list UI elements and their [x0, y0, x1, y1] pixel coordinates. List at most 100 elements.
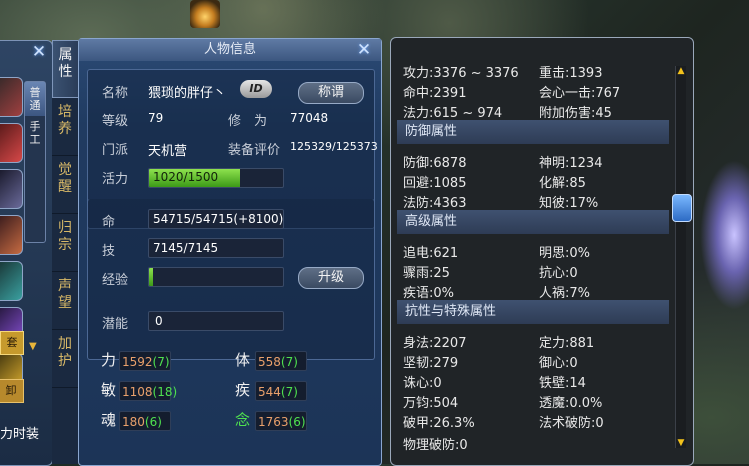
- unequip-button[interactable]: 卸: [0, 379, 24, 403]
- skill-field: 7145/7145: [148, 238, 284, 258]
- attr-label: 力: [101, 351, 117, 369]
- character-info-panel: 人物信息 ✕ 名称 猥琐的胖仔丶 ID 称谓 等级 79 修 为 77048 门…: [78, 38, 382, 466]
- tab-protection[interactable]: 加护: [52, 330, 78, 388]
- stat-value: 法防:4363: [403, 196, 467, 211]
- skill-icon[interactable]: [0, 169, 23, 209]
- level-value: 79: [148, 111, 164, 125]
- stat-value: 知彼:17%: [539, 196, 599, 211]
- stat-value: 万钧:504: [403, 396, 459, 411]
- stat-value: 骤雨:25: [403, 266, 450, 281]
- stat-value: 定力:881: [539, 336, 595, 351]
- exp-bar: [148, 267, 284, 287]
- equip-rating-value: 125329/125373: [290, 140, 378, 153]
- detailed-stats-panel: 攻力:3376 ~ 3376 重击:1393 命中:2391 会心一击:767 法力:6…: [390, 37, 694, 466]
- tab-awakening[interactable]: 觉醒: [52, 156, 78, 214]
- stat-value: 神明:1234: [539, 156, 603, 171]
- stat-value: 坚韧:279: [403, 356, 459, 371]
- equip-rating-label: 装备评价: [228, 143, 281, 158]
- life-field: 54715/54715(+8100): [148, 209, 284, 229]
- scroll-down-icon[interactable]: ▼: [676, 438, 686, 448]
- attr-value: 544(7): [255, 381, 307, 401]
- attr-value: 180(6): [119, 411, 171, 431]
- title-button[interactable]: 称谓: [298, 82, 364, 104]
- attr-value: 1763(6): [255, 411, 307, 431]
- expand-arrow-icon[interactable]: ▼: [29, 341, 37, 352]
- character-glow-effect: [700, 160, 749, 310]
- exp-fill: [149, 268, 153, 286]
- stat-value: 铁壁:14: [539, 376, 586, 391]
- resistance-section-header: 抗性与特殊属性: [397, 300, 669, 324]
- stat-value: 防御:6878: [403, 156, 467, 171]
- tab-attributes[interactable]: 属性: [52, 40, 78, 98]
- sect-value: 天机营: [148, 144, 188, 159]
- stat-value: 回避:1085: [403, 176, 467, 191]
- potential-value: 0: [155, 314, 163, 328]
- mode-tab-column: 普通 手工: [24, 81, 46, 243]
- character-tab-strip: 属性 培养 觉醒 归宗 声望 加护: [52, 40, 78, 464]
- cultivation-label: 修 为: [228, 114, 268, 129]
- stat-value: 透魔:0.0%: [539, 396, 603, 411]
- stat-value: 附加伤害:45: [539, 106, 612, 121]
- defense-section-header: 防御属性: [397, 120, 669, 144]
- skill-icon[interactable]: [0, 215, 23, 255]
- skill-panel: ✕ 普通 手工 ▼ 套 卸 力时装: [0, 40, 53, 466]
- upgrade-button[interactable]: 升级: [298, 267, 364, 289]
- stat-value: 身法:2207: [403, 336, 467, 351]
- potential-label: 潜能: [102, 317, 129, 332]
- life-label: 命: [102, 215, 116, 230]
- slot-button[interactable]: 套: [0, 331, 24, 355]
- close-icon[interactable]: ✕: [30, 43, 48, 61]
- skill-value: 7145/7145: [153, 241, 219, 255]
- scroll-thumb[interactable]: [672, 194, 692, 222]
- stat-value: 抗心:0: [539, 266, 578, 281]
- stat-value: 物理破防:0: [403, 438, 468, 453]
- stat-value: 破甲:26.3%: [403, 416, 475, 431]
- skill-point-label: 技: [102, 244, 116, 259]
- stat-value: 命中:2391: [403, 86, 467, 101]
- attr-value: 1108(18): [119, 381, 177, 401]
- vitality-label: 活力: [102, 172, 129, 187]
- stat-value: 疾语:0%: [403, 286, 455, 301]
- attr-label: 体: [235, 351, 251, 369]
- mode-tab-manual[interactable]: 手工: [25, 116, 45, 150]
- lantern-decoration: [190, 0, 220, 28]
- id-badge-icon[interactable]: ID: [240, 80, 272, 98]
- level-label: 等级: [102, 114, 129, 129]
- potential-field: 0: [148, 311, 284, 331]
- attr-label: 魂: [101, 411, 117, 429]
- tab-training[interactable]: 培养: [52, 98, 78, 156]
- stat-value: 化解:85: [539, 176, 586, 191]
- stat-value: 法术破防:0: [539, 416, 604, 431]
- stat-value: 重击:1393: [539, 66, 603, 81]
- vitality-bar: 1020/1500: [148, 168, 284, 188]
- attr-value: 558(7): [255, 351, 307, 371]
- vitality-value: 1020/1500: [153, 170, 219, 184]
- attr-value: 1592(7): [119, 351, 171, 371]
- tab-return[interactable]: 归宗: [52, 214, 78, 272]
- status-group: 命 54715/54715(+8100) 技 7145/7145 经验 升级 潜…: [87, 199, 375, 360]
- skill-icon[interactable]: [0, 123, 23, 163]
- stats-scrollbar[interactable]: ▲ ▼: [672, 66, 692, 448]
- skill-icon[interactable]: [0, 77, 23, 117]
- mode-tab-normal[interactable]: 普通: [25, 82, 45, 116]
- fashion-label: 力时装: [0, 427, 40, 442]
- stat-value: 攻力:3376 ~ 3376: [403, 66, 519, 81]
- stat-value: 法力:615 ~ 974: [403, 106, 503, 121]
- character-name: 猥琐的胖仔丶: [148, 86, 227, 101]
- life-value: 54715/54715(+8100): [153, 212, 284, 226]
- stat-value: 人祸:7%: [539, 286, 591, 301]
- stat-value: 追电:621: [403, 246, 459, 261]
- sect-label: 门派: [102, 143, 129, 158]
- stat-value: 御心:0: [539, 356, 578, 371]
- attr-label: 疾: [235, 381, 251, 399]
- attr-label: 敏: [101, 381, 117, 399]
- stat-value: 明思:0%: [539, 246, 591, 261]
- name-label: 名称: [102, 86, 129, 101]
- tab-reputation[interactable]: 声望: [52, 272, 78, 330]
- skill-icon[interactable]: [0, 261, 23, 301]
- close-icon[interactable]: ✕: [355, 41, 373, 59]
- stat-value: 会心一击:767: [539, 86, 621, 101]
- exp-label: 经验: [102, 273, 129, 288]
- scroll-up-icon[interactable]: ▲: [676, 66, 686, 76]
- cultivation-value: 77048: [290, 111, 329, 125]
